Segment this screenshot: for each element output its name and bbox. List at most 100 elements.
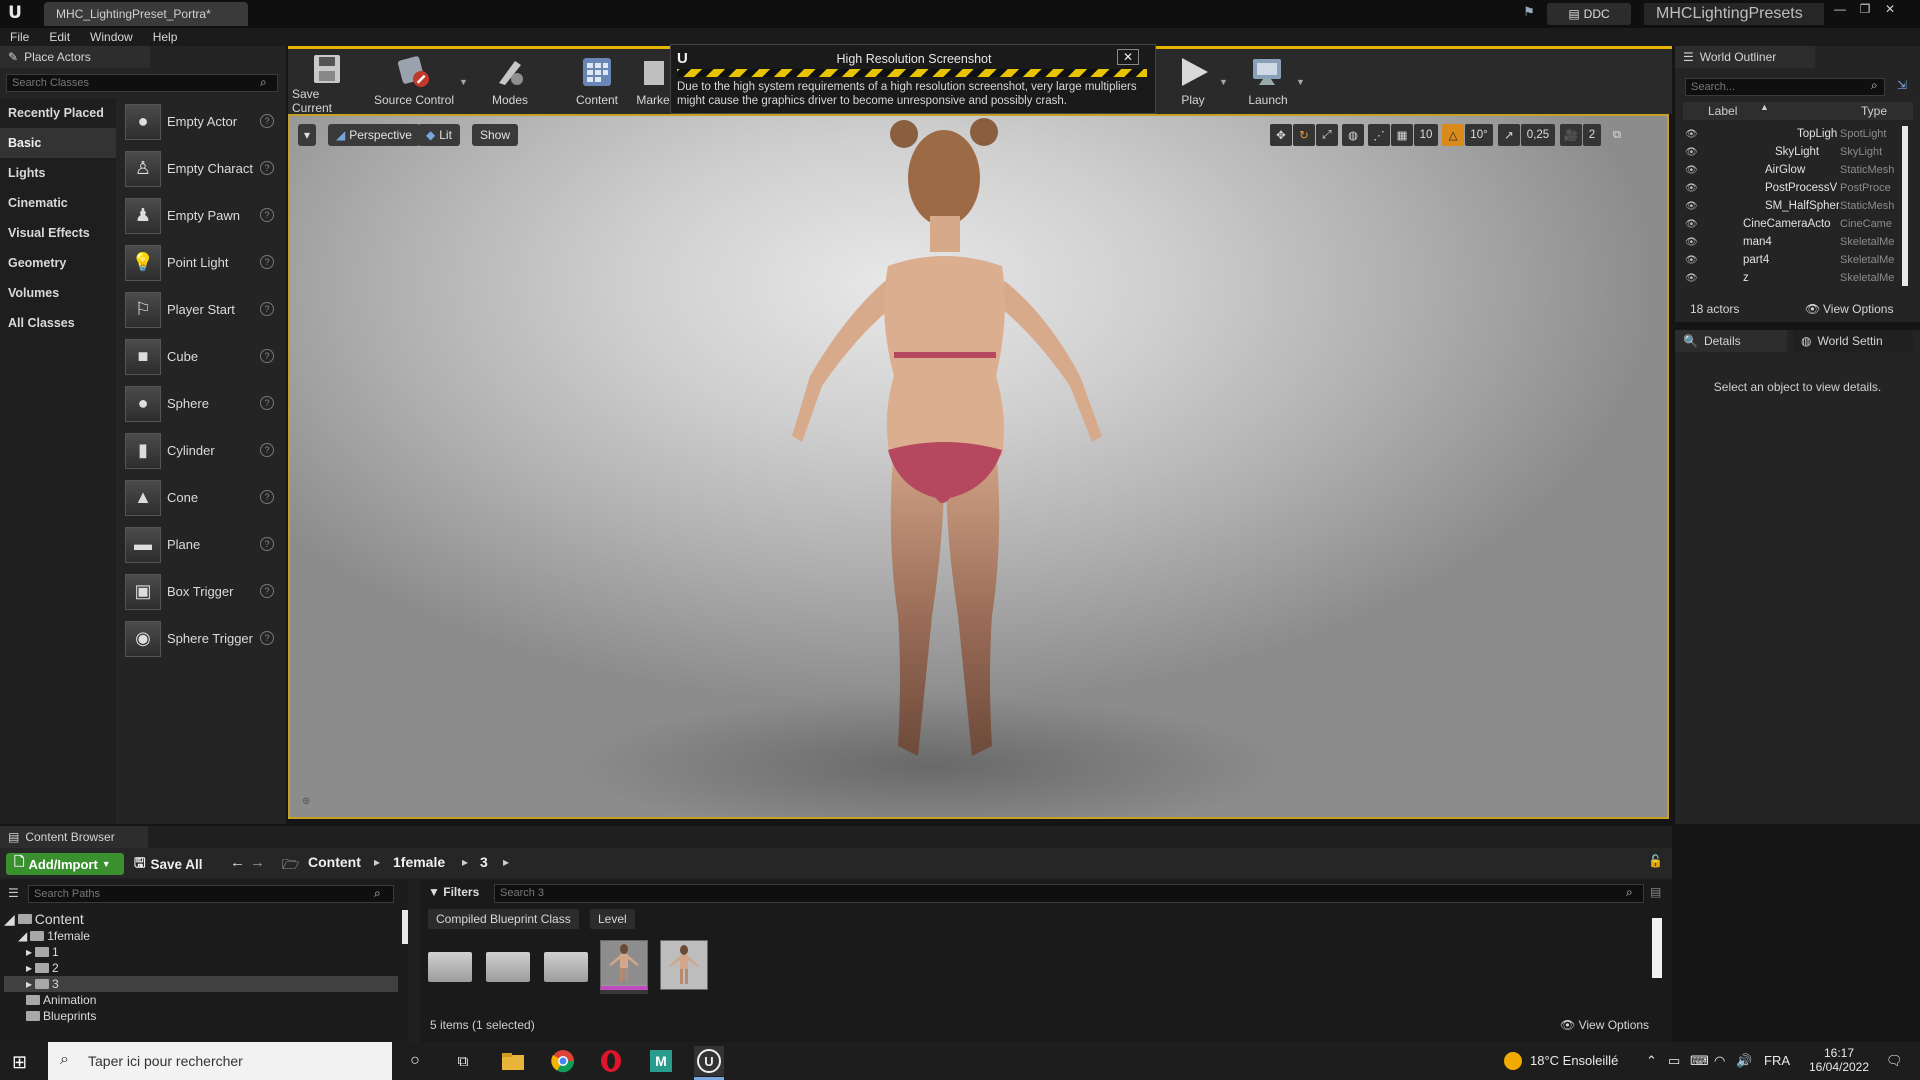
actor-item[interactable]: ◉ Sphere Trigger?: [120, 615, 280, 662]
save-search-icon[interactable]: ▤: [1650, 885, 1661, 899]
tree-item-1female[interactable]: ◢ 1female: [4, 928, 398, 944]
cortana-icon[interactable]: ○: [400, 1046, 430, 1076]
rotation-snap-value[interactable]: 10°: [1465, 124, 1493, 146]
tree-item-1[interactable]: ▸ 1: [4, 944, 398, 960]
show-button[interactable]: Show: [472, 124, 519, 146]
outliner-scrollbar[interactable]: [1902, 126, 1908, 286]
help-icon[interactable]: ?: [260, 114, 274, 128]
maximize-viewport-icon[interactable]: ⧉: [1608, 124, 1626, 146]
metahuman-icon[interactable]: M: [646, 1046, 676, 1076]
clock[interactable]: 16:17 16/04/2022: [1808, 1046, 1870, 1074]
taskbar-search-box[interactable]: ⌕ Taper ici pour rechercher: [48, 1042, 392, 1080]
add-import-button[interactable]: 🗋 Add/Import ▼: [6, 853, 124, 875]
launch-dropdown-icon[interactable]: ▼: [1296, 77, 1305, 87]
category-basic[interactable]: Basic: [0, 128, 116, 158]
wifi-icon[interactable]: ◠: [1714, 1053, 1725, 1069]
weather-text[interactable]: 18°C Ensoleillé: [1530, 1053, 1618, 1068]
source-control-button[interactable]: Source Control: [372, 53, 456, 111]
add-filter-icon[interactable]: ⇲: [1897, 78, 1907, 92]
marketplace-button[interactable]: Marke: [634, 53, 672, 111]
help-icon[interactable]: ?: [260, 255, 274, 269]
help-icon[interactable]: ?: [260, 631, 274, 645]
details-tab[interactable]: 🔍 Details: [1675, 330, 1787, 352]
play-dropdown-icon[interactable]: ▼: [1219, 77, 1228, 87]
visibility-eye-icon[interactable]: 👁: [1685, 201, 1698, 212]
actor-item[interactable]: ● Sphere?: [120, 380, 280, 427]
keyboard-icon[interactable]: ⌨: [1690, 1053, 1709, 1069]
help-icon[interactable]: ?: [260, 396, 274, 410]
play-button[interactable]: Play: [1168, 53, 1218, 111]
notification-flag-icon[interactable]: ⚑: [1519, 4, 1539, 24]
outliner-search-input[interactable]: Search...: [1685, 78, 1885, 96]
volume-icon[interactable]: 🔊: [1736, 1053, 1752, 1069]
tree-item-content[interactable]: ◢ Content: [4, 911, 398, 928]
source-control-dropdown-icon[interactable]: ▼: [459, 77, 468, 87]
actor-item[interactable]: ⚐ Player Start?: [120, 286, 280, 333]
tree-item-3[interactable]: ▸ 3: [4, 976, 398, 992]
modes-button[interactable]: Modes: [483, 53, 537, 111]
asset-scrollbar[interactable]: [1652, 918, 1662, 978]
breadcrumb-separator-icon[interactable]: ▸: [503, 855, 509, 869]
close-icon[interactable]: ✕: [1880, 2, 1900, 16]
windows-start-icon[interactable]: ⊞: [12, 1052, 27, 1073]
label-column-header[interactable]: Label: [1708, 104, 1737, 118]
save-all-button[interactable]: 🖫 Save All: [134, 853, 203, 875]
outliner-row[interactable]: 👁 TopLigh SpotLight: [1683, 126, 1913, 144]
asset-folder[interactable]: [544, 940, 592, 994]
collapsed-icon[interactable]: ▸: [26, 961, 32, 975]
lit-button[interactable]: ◆ Lit: [418, 124, 460, 146]
camera-speed-icon[interactable]: 🎥: [1560, 124, 1582, 146]
chevron-up-icon[interactable]: ⌃: [1646, 1053, 1657, 1069]
actor-item[interactable]: ▮ Cylinder?: [120, 427, 280, 474]
scale-icon[interactable]: ⤢: [1316, 124, 1338, 146]
actor-item[interactable]: ● Empty Actor?: [120, 98, 280, 145]
grid-snap-value[interactable]: 10: [1414, 124, 1438, 146]
asset-folder[interactable]: [486, 940, 534, 994]
lock-icon[interactable]: 🔓: [1648, 854, 1663, 868]
actor-item[interactable]: ▲ Cone?: [120, 474, 280, 521]
asset-folder[interactable]: [428, 940, 476, 994]
type-column-header[interactable]: Type: [1861, 104, 1887, 118]
help-icon[interactable]: ?: [260, 161, 274, 175]
search-paths-input[interactable]: Search Paths: [28, 885, 394, 903]
help-icon[interactable]: ?: [260, 490, 274, 504]
menu-help[interactable]: Help: [143, 30, 188, 44]
restore-icon[interactable]: ❐: [1855, 2, 1875, 16]
unreal-engine-icon[interactable]: U: [694, 1046, 724, 1076]
task-view-icon[interactable]: ⧉: [448, 1046, 478, 1076]
tree-item-animation[interactable]: Animation: [4, 992, 398, 1008]
level-viewport[interactable]: ▾ ◢ Perspective ◆ Lit Show ✥ ↻ ⤢ ◍ ⋰ ▦ 1…: [288, 114, 1669, 819]
rotate-icon[interactable]: ↻: [1293, 124, 1315, 146]
world-local-icon[interactable]: ◍: [1342, 124, 1364, 146]
place-actors-tab[interactable]: ✎ Place Actors: [0, 46, 150, 68]
help-icon[interactable]: ?: [260, 349, 274, 363]
world-outliner-tab[interactable]: ☰ World Outliner: [1675, 46, 1815, 68]
visibility-eye-icon[interactable]: 👁: [1685, 147, 1698, 158]
search-classes-input[interactable]: Search Classes: [6, 74, 278, 92]
grid-snap-icon[interactable]: ▦: [1391, 124, 1413, 146]
outliner-row[interactable]: 👁 z SkeletalMe: [1683, 270, 1913, 288]
opera-icon[interactable]: [596, 1046, 626, 1076]
outliner-row[interactable]: 👁 part4 SkeletalMe: [1683, 252, 1913, 270]
camera-speed-value[interactable]: 2: [1583, 124, 1601, 146]
outliner-row[interactable]: 👁 SM_HalfSpher StaticMesh: [1683, 198, 1913, 216]
viewport-options-button[interactable]: ▾: [298, 124, 317, 146]
content-button[interactable]: Content: [570, 53, 624, 111]
category-cinematic[interactable]: Cinematic: [0, 188, 116, 218]
category-all-classes[interactable]: All Classes: [0, 308, 116, 338]
outliner-row[interactable]: 👁 man4 SkeletalMe: [1683, 234, 1913, 252]
visibility-eye-icon[interactable]: 👁: [1685, 165, 1698, 176]
surface-snap-icon[interactable]: ⋰: [1368, 124, 1390, 146]
tree-item-blueprints[interactable]: Blueprints: [4, 1008, 398, 1024]
menu-window[interactable]: Window: [80, 30, 143, 44]
visibility-eye-icon[interactable]: 👁: [1685, 255, 1698, 266]
notification-close-button[interactable]: ✕: [1117, 49, 1139, 65]
scale-snap-icon[interactable]: ↗: [1498, 124, 1520, 146]
minimize-icon[interactable]: —: [1830, 2, 1850, 16]
category-recently-placed[interactable]: Recently Placed: [0, 98, 116, 128]
expand-icon[interactable]: ◢: [4, 911, 15, 928]
document-tab[interactable]: MHC_LightingPreset_Portra*: [44, 2, 248, 26]
visibility-eye-icon[interactable]: 👁: [1685, 129, 1698, 140]
notifications-icon[interactable]: 🗨: [1886, 1053, 1903, 1069]
collapsed-icon[interactable]: ▸: [26, 977, 32, 991]
